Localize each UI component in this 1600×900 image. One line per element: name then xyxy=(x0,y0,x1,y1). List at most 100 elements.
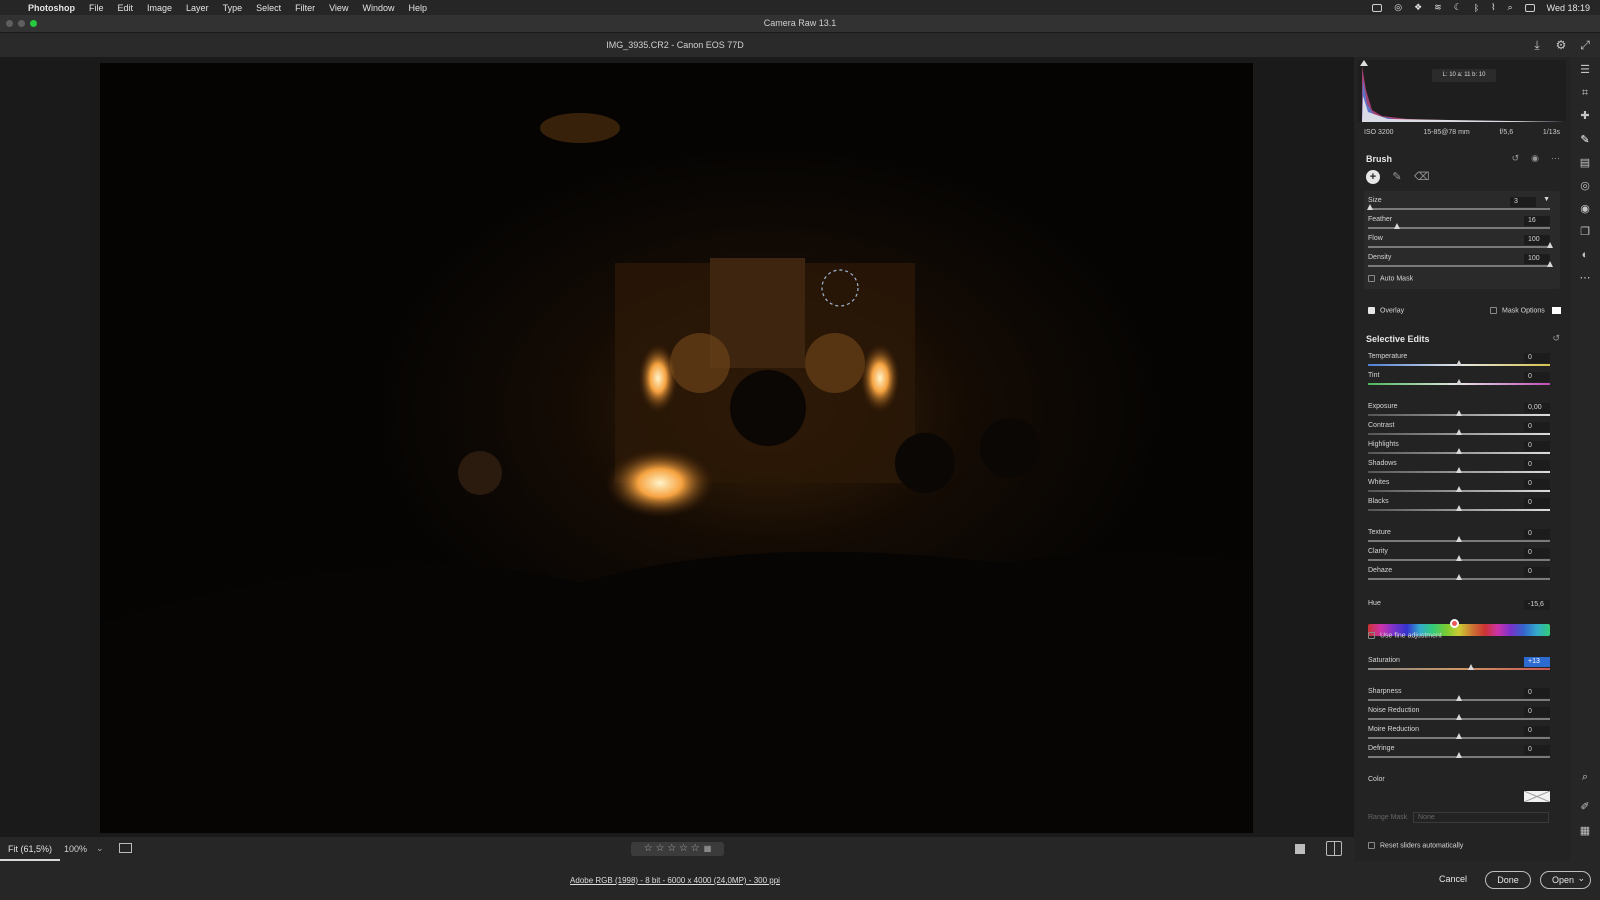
zoom-level[interactable]: 100% xyxy=(64,844,87,854)
noise-reduction-value[interactable]: 0 xyxy=(1524,707,1550,717)
sharpness-value[interactable]: 0 xyxy=(1524,688,1550,698)
mask-options-checkbox[interactable]: Mask Options xyxy=(1490,307,1561,314)
texture-value[interactable]: 0 xyxy=(1524,529,1550,539)
feather-value[interactable]: 16 xyxy=(1524,216,1550,226)
moire-reduction-thumb[interactable] xyxy=(1456,733,1462,739)
shadows-thumb[interactable] xyxy=(1456,467,1462,473)
eraser-icon[interactable]: ⌫ xyxy=(1414,170,1430,184)
save-icon[interactable]: ⤓ xyxy=(1530,38,1544,52)
tint-value[interactable]: 0 xyxy=(1524,372,1550,382)
more-icon[interactable]: ⋯ xyxy=(1578,271,1592,285)
grid-icon[interactable]: ▦ xyxy=(1578,824,1592,838)
reset-sliders-box[interactable] xyxy=(1368,842,1375,849)
brush-icon[interactable]: ✎ xyxy=(1390,170,1404,184)
feather-slider[interactable]: Feather 16 xyxy=(1368,216,1550,234)
whites-value[interactable]: 0 xyxy=(1524,479,1550,489)
size-thumb[interactable] xyxy=(1366,204,1373,210)
defringe-slider[interactable]: Defringe 0 xyxy=(1368,745,1550,763)
exposure-value[interactable]: 0,00 xyxy=(1524,403,1550,413)
size-value[interactable]: 3 xyxy=(1510,197,1536,207)
menu-file[interactable]: File xyxy=(89,3,104,13)
texture-thumb[interactable] xyxy=(1456,536,1462,542)
density-thumb[interactable] xyxy=(1547,261,1553,267)
presets-icon[interactable]: ◐ xyxy=(1578,248,1592,262)
highlights-slider[interactable]: Highlights 0 xyxy=(1368,441,1550,459)
snapshots-icon[interactable]: ❐ xyxy=(1578,225,1592,239)
hue-value[interactable]: -15,6 xyxy=(1524,600,1550,610)
cancel-button[interactable]: Cancel xyxy=(1435,871,1471,889)
feather-thumb[interactable] xyxy=(1394,223,1401,229)
range-mask-select[interactable]: None xyxy=(1413,812,1549,823)
clarity-slider[interactable]: Clarity 0 xyxy=(1368,548,1550,566)
reset-sliders-checkbox[interactable]: Reset sliders automatically xyxy=(1368,842,1463,849)
flow-track[interactable] xyxy=(1368,246,1550,248)
texture-slider[interactable]: Texture 0 xyxy=(1368,529,1550,547)
auto-mask-box[interactable] xyxy=(1368,275,1375,282)
clock[interactable]: Wed 18:19 xyxy=(1547,3,1590,13)
eye-icon[interactable]: ◉ xyxy=(1531,153,1539,164)
shadows-slider[interactable]: Shadows 0 xyxy=(1368,460,1550,478)
whites-thumb[interactable] xyxy=(1456,486,1462,492)
fine-adjust-checkbox[interactable]: Use fine adjustment xyxy=(1368,632,1442,639)
density-slider[interactable]: Density 100 xyxy=(1368,254,1553,272)
defringe-value[interactable]: 0 xyxy=(1524,745,1550,755)
single-view-icon[interactable] xyxy=(1295,844,1305,854)
eyedropper-icon[interactable]: ✐ xyxy=(1578,800,1592,814)
saturation-track[interactable] xyxy=(1368,668,1550,670)
hue-slider[interactable]: Hue -15,6 xyxy=(1368,600,1550,618)
menu-help[interactable]: Help xyxy=(408,3,427,13)
menu-select[interactable]: Select xyxy=(256,3,281,13)
menu-window[interactable]: Window xyxy=(362,3,394,13)
brush-icon[interactable]: ✎ xyxy=(1578,133,1592,147)
edit-sliders-icon[interactable]: ☰ xyxy=(1578,63,1592,77)
highlights-thumb[interactable] xyxy=(1456,448,1462,454)
moire-reduction-value[interactable]: 0 xyxy=(1524,726,1550,736)
dehaze-value[interactable]: 0 xyxy=(1524,567,1550,577)
menu-view[interactable]: View xyxy=(329,3,348,13)
fine-adjust-box[interactable] xyxy=(1368,632,1375,639)
trash-icon[interactable]: ▦ xyxy=(704,842,712,856)
saturation-value[interactable]: +13 xyxy=(1524,657,1550,667)
mask-options-box[interactable] xyxy=(1490,307,1497,314)
wifi-off-icon[interactable]: ⌇ xyxy=(1491,2,1495,13)
contrast-value[interactable]: 0 xyxy=(1524,422,1550,432)
color-swatch[interactable] xyxy=(1524,791,1550,802)
tint-slider[interactable]: Tint 0 xyxy=(1368,372,1550,390)
temperature-thumb[interactable] xyxy=(1456,360,1462,366)
add-brush-icon[interactable]: + xyxy=(1366,170,1380,184)
clarity-value[interactable]: 0 xyxy=(1524,548,1550,558)
blacks-thumb[interactable] xyxy=(1456,505,1462,511)
dehaze-thumb[interactable] xyxy=(1456,574,1462,580)
blacks-slider[interactable]: Blacks 0 xyxy=(1368,498,1550,516)
compare-view-icon[interactable] xyxy=(1326,841,1342,856)
menu-filter[interactable]: Filter xyxy=(295,3,315,13)
temperature-slider[interactable]: Temperature 0 xyxy=(1368,353,1550,371)
sharpness-thumb[interactable] xyxy=(1456,695,1462,701)
menu-image[interactable]: Image xyxy=(147,3,172,13)
moon-icon[interactable]: ☾ xyxy=(1454,2,1462,13)
size-slider[interactable]: Size 3 ▼ xyxy=(1366,196,1550,215)
flow-thumb[interactable] xyxy=(1547,242,1553,248)
done-button[interactable]: Done xyxy=(1485,871,1531,889)
menu-type[interactable]: Type xyxy=(223,3,243,13)
search-icon[interactable]: ⌕ xyxy=(1508,2,1513,13)
overlay-checkbox[interactable]: Overlay xyxy=(1368,307,1404,314)
highlights-value[interactable]: 0 xyxy=(1524,441,1550,451)
workflow-options-link[interactable]: Adobe RGB (1998) - 8 bit - 6000 x 4000 (… xyxy=(560,876,790,885)
menu-layer[interactable]: Layer xyxy=(186,3,209,13)
radial-icon[interactable]: ◎ xyxy=(1578,179,1592,193)
photo-preview[interactable] xyxy=(100,63,1253,833)
size-track[interactable] xyxy=(1368,208,1550,210)
filmstrip-icon[interactable] xyxy=(119,843,132,853)
hue-knob[interactable] xyxy=(1450,619,1459,628)
contrast-slider[interactable]: Contrast 0 xyxy=(1368,422,1550,440)
moire-reduction-slider[interactable]: Moire Reduction 0 xyxy=(1368,726,1550,744)
exposure-slider[interactable]: Exposure 0,00 xyxy=(1368,403,1550,421)
menu-app[interactable]: Photoshop xyxy=(28,3,75,13)
control-center-icon[interactable] xyxy=(1524,3,1535,12)
chevron-down-icon[interactable]: ▼ xyxy=(1543,196,1550,203)
gear-icon[interactable]: ⚙ xyxy=(1554,38,1568,52)
exposure-thumb[interactable] xyxy=(1456,410,1462,416)
auto-mask-checkbox[interactable]: Auto Mask xyxy=(1368,275,1413,282)
gradient-icon[interactable]: ▤ xyxy=(1578,156,1592,170)
